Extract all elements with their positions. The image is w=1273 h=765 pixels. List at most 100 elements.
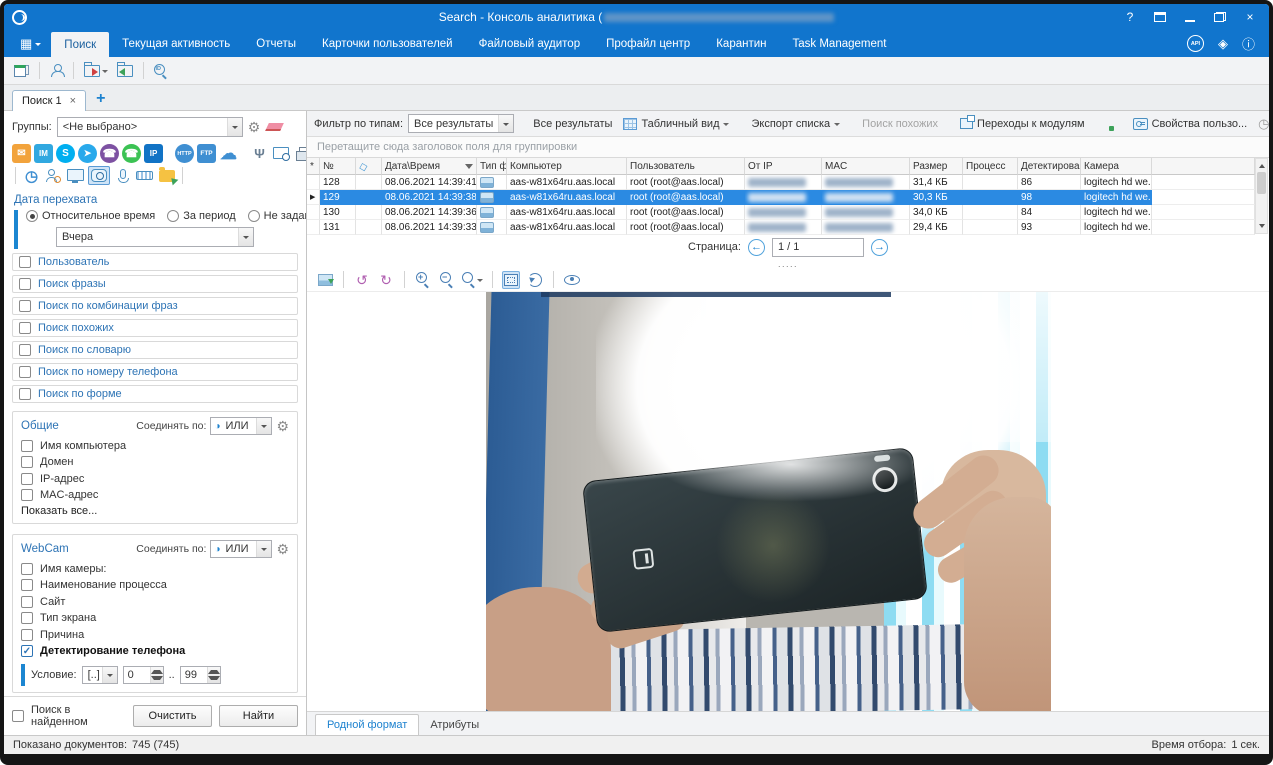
webcam-join-combobox[interactable]: ◑ ИЛИ: [210, 540, 272, 558]
cell-user[interactable]: root (root@aas.local): [627, 220, 745, 235]
webcam-cb-phone-detection[interactable]: ✓Детектирование телефона: [21, 645, 289, 657]
monitor-source-icon[interactable]: [66, 166, 85, 185]
cell-computer[interactable]: aas-w81x64ru.aas.local: [507, 205, 627, 220]
cell-num[interactable]: 129: [320, 190, 356, 205]
menu-tab-quarantine[interactable]: Карантин: [703, 30, 779, 57]
row-marker-cell[interactable]: [307, 175, 320, 190]
condition-from-spinner[interactable]: 0: [123, 666, 164, 684]
col-header-filetype[interactable]: Тип фа: [477, 158, 507, 175]
search-by-id-button[interactable]: ID: [152, 62, 170, 80]
col-header-camera[interactable]: Камера: [1081, 158, 1152, 175]
device-search-source-icon[interactable]: [272, 144, 291, 163]
col-header-computer[interactable]: Компьютер: [507, 158, 627, 175]
checkbox[interactable]: [19, 366, 31, 378]
find-user-button[interactable]: [48, 62, 65, 79]
cell-detected[interactable]: 86: [1018, 175, 1081, 190]
webcam-cb-screen-type[interactable]: Тип экрана: [21, 612, 289, 624]
webcam-source-icon-selected[interactable]: [88, 166, 110, 185]
rotate-right-button[interactable]: ↻: [377, 271, 395, 289]
cell-user[interactable]: root (root@aas.local): [627, 205, 745, 220]
table-view-button[interactable]: Табличный вид: [620, 116, 732, 132]
table-scrollbar[interactable]: [1255, 158, 1268, 234]
col-header-process[interactable]: Процесс: [963, 158, 1018, 175]
cell-num[interactable]: 128: [320, 175, 356, 190]
windows-layout-button[interactable]: [12, 63, 31, 79]
search-tab-1[interactable]: Поиск 1 ×: [12, 90, 86, 111]
cell-filetype[interactable]: [477, 175, 507, 190]
checkbox[interactable]: [19, 322, 31, 334]
cell-camera[interactable]: logitech hd we...: [1081, 175, 1152, 190]
checkbox[interactable]: [19, 344, 31, 356]
grouping-drop-area[interactable]: Перетащите сюда заголовок поля для групп…: [307, 137, 1269, 157]
cell-datetime[interactable]: 08.06.2021 14:39:33: [382, 220, 477, 235]
restore-button[interactable]: [1213, 10, 1227, 24]
menu-tab-reports[interactable]: Отчеты: [243, 30, 309, 57]
cell-tag[interactable]: [356, 220, 382, 235]
user-activity-source-icon[interactable]: [44, 166, 63, 185]
cell-datetime[interactable]: 08.06.2021 14:39:41: [382, 175, 477, 190]
search-in-found-checkbox[interactable]: [12, 710, 24, 722]
criteria-item-form-search[interactable]: Поиск по форме: [12, 385, 298, 403]
clear-groups-icon[interactable]: [265, 123, 284, 131]
cell-filetype[interactable]: [477, 205, 507, 220]
criteria-item-dictionary-search[interactable]: Поиск по словарю: [12, 341, 298, 359]
telegram-source-icon[interactable]: ➤: [78, 144, 97, 163]
row-marker-cell[interactable]: [307, 220, 320, 235]
new-tab-button[interactable]: +: [96, 90, 105, 108]
cell-detected[interactable]: 84: [1018, 205, 1081, 220]
prev-page-button[interactable]: ←: [748, 239, 765, 256]
goto-modules-button[interactable]: Переходы к модулям: [957, 116, 1088, 132]
usb-source-icon[interactable]: Ψ: [250, 144, 269, 163]
cell-filetype[interactable]: [477, 190, 507, 205]
criteria-item-user[interactable]: Пользователь: [12, 253, 298, 271]
menu-tab-profile-center[interactable]: Профайл центр: [593, 30, 703, 57]
col-header-detected[interactable]: Детектирова: [1018, 158, 1081, 175]
close-button[interactable]: ×: [1243, 10, 1257, 24]
cell-tag[interactable]: [356, 175, 382, 190]
cell-mac-redacted[interactable]: [822, 205, 910, 220]
cell-num[interactable]: 131: [320, 220, 356, 235]
menu-tab-file-auditor[interactable]: Файловый аудитор: [466, 30, 594, 57]
type-filter-combobox[interactable]: Все результаты: [408, 114, 514, 133]
cell-size[interactable]: 29,4 КБ: [910, 220, 963, 235]
groups-settings-icon[interactable]: ⚙: [248, 120, 261, 134]
cell-computer[interactable]: aas-w81x64ru.aas.local: [507, 190, 627, 205]
search-in-found-label[interactable]: Поиск в найденном: [31, 704, 126, 728]
tab-close-icon[interactable]: ×: [70, 95, 76, 107]
zoom-out-button[interactable]: −: [438, 271, 456, 289]
scrollbar-thumb[interactable]: [1257, 172, 1266, 194]
radio-relative-time-label[interactable]: Относительное время: [42, 210, 155, 222]
save-image-button[interactable]: [316, 271, 334, 289]
zoom-in-button[interactable]: +: [414, 271, 432, 289]
cell-detected[interactable]: 93: [1018, 220, 1081, 235]
checkbox[interactable]: [19, 300, 31, 312]
http-source-icon[interactable]: HTTP: [175, 144, 194, 163]
cell-computer[interactable]: aas-w81x64ru.aas.local: [507, 175, 627, 190]
webcam-cb-camera-name[interactable]: Имя камеры:: [21, 563, 289, 575]
col-header-mac[interactable]: MAC: [822, 158, 910, 175]
common-cb-domain[interactable]: Домен: [21, 456, 289, 468]
cell-process[interactable]: [963, 175, 1018, 190]
webcam-cb-reason[interactable]: Причина: [21, 629, 289, 641]
checkbox[interactable]: [19, 256, 31, 268]
common-cb-ip-address[interactable]: IP-адрес: [21, 473, 289, 485]
common-cb-computer-name[interactable]: Имя компьютера: [21, 440, 289, 452]
collapse-ribbon-button[interactable]: [1153, 10, 1167, 24]
help-button[interactable]: ?: [1123, 10, 1137, 24]
tab-native-format[interactable]: Родной формат: [315, 714, 419, 735]
webcam-cb-process-name[interactable]: Наименование процесса: [21, 579, 289, 591]
export-search-button[interactable]: [82, 63, 110, 79]
cell-size[interactable]: 30,3 КБ: [910, 190, 963, 205]
files-source-icon[interactable]: [157, 166, 176, 185]
app-menu-button[interactable]: ▦: [10, 30, 51, 57]
criteria-item-phone-number-search[interactable]: Поиск по номеру телефона: [12, 363, 298, 381]
info-icon[interactable]: ⓘ: [1242, 34, 1255, 53]
webcam-cb-site[interactable]: Сайт: [21, 596, 289, 608]
skype-source-icon[interactable]: S: [56, 144, 75, 163]
cell-mac-redacted[interactable]: [822, 190, 910, 205]
cell-num[interactable]: 130: [320, 205, 356, 220]
cell-ip-redacted[interactable]: [745, 205, 822, 220]
cell-process[interactable]: [963, 205, 1018, 220]
row-marker-cell[interactable]: [307, 205, 320, 220]
checkbox[interactable]: [19, 278, 31, 290]
